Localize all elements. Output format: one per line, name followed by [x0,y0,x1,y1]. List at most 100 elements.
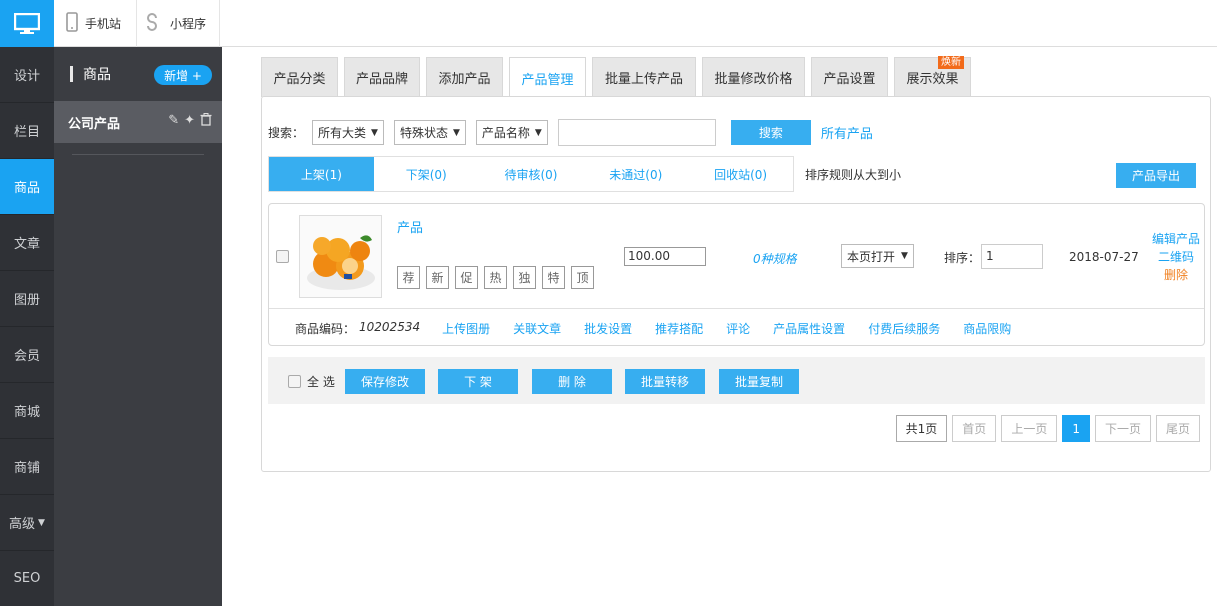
tab-label: 产品管理 [521,72,574,88]
tab-category[interactable]: 产品分类 [261,57,338,97]
open-mode-select[interactable]: 本页打开 ▼ [841,244,914,268]
related-articles-link[interactable]: 关联文章 [513,320,561,337]
save-button[interactable]: 保存修改 [345,369,425,394]
mini-program-icon [145,13,163,34]
current-page[interactable]: 1 [1062,415,1090,442]
product-checkbox[interactable] [276,250,289,263]
tab-label: 批量上传产品 [604,72,683,87]
edit-icon[interactable]: ✎ [168,113,179,130]
tab-batch-upload[interactable]: 批量上传产品 [592,57,696,97]
caret-down-icon: ▼ [534,127,542,138]
nav-albums[interactable]: 图册 [0,271,54,327]
nav-label: 设计 [13,69,40,84]
sidebar-item-company-products[interactable]: 公司产品 ✎ ✦ [54,101,222,143]
price-input[interactable]: 100.00 [624,247,706,266]
status-select[interactable]: 特殊状态 ▼ [393,120,466,145]
badge-new[interactable]: 新 [426,266,449,289]
product-thumbnail[interactable] [299,215,382,298]
recommend-match-link[interactable]: 推荐搭配 [655,320,703,337]
batch-move-button[interactable]: 批量转移 [625,369,705,394]
caret-down-icon: ▼ [371,127,378,138]
tab-add-product[interactable]: 添加产品 [426,57,503,97]
select-all[interactable]: 全 选 [288,373,335,390]
badge-recommend[interactable]: 荐 [397,266,420,289]
divider [269,308,1204,309]
tab-product-settings[interactable]: 产品设置 [811,57,888,97]
select-all-label: 全 选 [307,375,335,389]
attribute-settings-link[interactable]: 产品属性设置 [773,320,845,337]
badge-special[interactable]: 特 [542,266,565,289]
badge-exclusive[interactable]: 独 [513,266,536,289]
upload-album-link[interactable]: 上传图册 [442,320,490,337]
first-page-button[interactable]: 首页 [952,415,997,442]
status-tab-off-shelf[interactable]: 下架(0) [374,157,479,191]
nav-members[interactable]: 会员 [0,327,54,383]
category-select[interactable]: 所有大类 ▼ [312,120,384,145]
product-actions: 编辑产品 二维码 删除 [1148,230,1204,284]
nav-advanced[interactable]: 高级 ▼ [0,495,54,551]
nav-shops[interactable]: 商铺 [0,439,54,495]
delete-button[interactable]: 删 除 [532,369,612,394]
nav-articles[interactable]: 文章 [0,215,54,271]
next-page-button[interactable]: 下一页 [1094,415,1151,442]
tab-brand[interactable]: 产品品牌 [344,57,420,97]
export-button[interactable]: 产品导出 [1116,163,1196,188]
header-bar [70,66,73,82]
wholesale-settings-link[interactable]: 批发设置 [584,320,632,337]
off-shelf-button[interactable]: 下 架 [438,369,518,394]
qrcode-link[interactable]: 二维码 [1148,248,1204,266]
nav-design[interactable]: 设计 [0,47,54,103]
status-tab-rejected[interactable]: 未通过(0) [583,157,688,191]
nav-products[interactable]: 商品 [0,159,54,215]
delete-link[interactable]: 删除 [1148,266,1204,284]
sort-input[interactable]: 1 [981,244,1043,269]
mobile-site-label: 手机站 [85,17,122,31]
nav-label: 会员 [13,349,40,364]
nav-mall[interactable]: 商城 [0,383,54,439]
comments-link[interactable]: 评论 [726,320,750,337]
all-products-link[interactable]: 所有产品 [821,123,873,142]
divider [219,0,220,47]
page-total: 共1页 [895,415,948,442]
purchase-limit-link[interactable]: 商品限购 [963,320,1011,337]
magic-wand-icon[interactable]: ✦ [184,113,195,130]
caret-down-icon: ▼ [38,517,45,528]
badge-top[interactable]: 顶 [571,266,594,289]
top-bar: 手机站 小程序 [0,0,1217,47]
tab-label: 添加产品 [438,72,491,87]
status-tab-recycle[interactable]: 回收站(0) [688,157,793,191]
select-value: 产品名称 [481,126,530,140]
mobile-site-button[interactable]: 手机站 [66,0,121,47]
nav-seo[interactable]: SEO [0,551,54,606]
badge-promo[interactable]: 促 [455,266,478,289]
status-tab-pending[interactable]: 待审核(0) [479,157,584,191]
edit-product-link[interactable]: 编辑产品 [1148,230,1204,248]
nav-columns[interactable]: 栏目 [0,103,54,159]
bulk-actions-bar: 全 选 保存修改 下 架 删 除 批量转移 批量复制 [268,357,1205,404]
batch-copy-button[interactable]: 批量复制 [719,369,799,394]
tab-label: 批量修改价格 [714,72,793,87]
last-page-button[interactable]: 尾页 [1155,415,1200,442]
tab-batch-price[interactable]: 批量修改价格 [702,57,805,97]
code-label: 商品编码： [295,322,356,336]
paid-service-link[interactable]: 付费后续服务 [868,320,940,337]
desktop-icon[interactable] [0,0,54,47]
product-name-link[interactable]: 产品 [397,217,423,236]
add-new-button[interactable]: 新增 + [154,65,212,85]
trash-icon[interactable] [200,113,212,130]
sort-label: 排序： [944,251,981,265]
left-nav: 设计 栏目 商品 文章 图册 会员 商城 商铺 高级 ▼ SEO [0,47,54,606]
search-button[interactable]: 搜索 [730,120,811,145]
specs-link[interactable]: 0种规格 [753,250,797,267]
select-all-checkbox[interactable] [288,375,301,388]
tab-product-management[interactable]: 产品管理 [509,57,586,98]
field-select[interactable]: 产品名称 ▼ [475,120,548,145]
prev-page-button[interactable]: 上一页 [1001,415,1058,442]
sort-rule-link[interactable]: 排序规则从大到小 [805,166,901,183]
item-tools: ✎ ✦ [168,113,212,130]
badge-hot[interactable]: 热 [484,266,507,289]
mini-program-button[interactable]: 小程序 [145,0,206,47]
search-input[interactable] [557,119,716,146]
status-tab-on-shelf[interactable]: 上架(1) [269,157,374,191]
tab-display-effect[interactable]: 展示效果 焕新 [894,56,971,97]
